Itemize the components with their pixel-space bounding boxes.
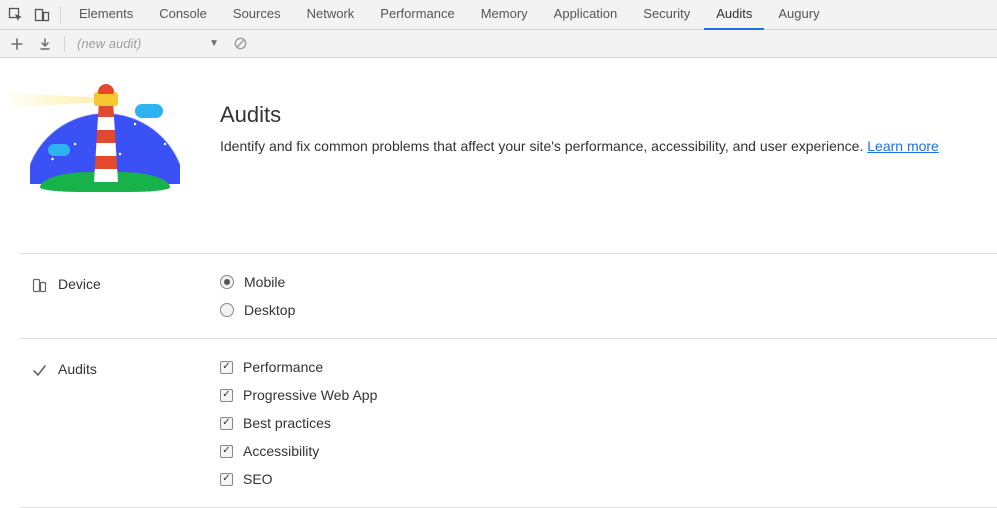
audits-header-text: Audits Identify and fix common problems … bbox=[220, 74, 939, 221]
tab-elements[interactable]: Elements bbox=[67, 0, 145, 30]
checkbox-icon bbox=[220, 473, 233, 486]
tab-label: Security bbox=[643, 6, 690, 21]
tab-audits[interactable]: Audits bbox=[704, 0, 764, 30]
checkbox-icon bbox=[220, 445, 233, 458]
tab-label: Application bbox=[554, 6, 618, 21]
tab-label: Sources bbox=[233, 6, 281, 21]
chevron-down-icon: ▼ bbox=[209, 38, 219, 49]
audits-toolbar: (new audit) ▼ bbox=[0, 30, 997, 58]
description-text: Identify and fix common problems that af… bbox=[220, 138, 867, 154]
audits-header: Audits Identify and fix common problems … bbox=[20, 74, 997, 254]
option-label: Mobile bbox=[244, 274, 285, 290]
device-section: Device Mobile Desktop bbox=[20, 254, 997, 339]
separator bbox=[64, 36, 65, 52]
check-icon bbox=[30, 361, 48, 379]
audit-dropdown-label: (new audit) bbox=[77, 36, 141, 51]
device-options: Mobile Desktop bbox=[220, 274, 295, 318]
audits-panel: Audits Identify and fix common problems … bbox=[0, 58, 997, 508]
devtools-tabbar: Elements Console Sources Network Perform… bbox=[0, 0, 997, 30]
lighthouse-illustration bbox=[20, 74, 190, 214]
device-section-label: Device bbox=[30, 274, 220, 318]
audit-dropdown[interactable]: (new audit) ▼ bbox=[73, 36, 223, 51]
audits-section-label: Audits bbox=[30, 359, 220, 487]
tab-label: Console bbox=[159, 6, 207, 21]
audit-option-performance[interactable]: Performance bbox=[220, 359, 377, 375]
option-label: Best practices bbox=[243, 415, 331, 431]
audit-option-pwa[interactable]: Progressive Web App bbox=[220, 387, 377, 403]
tab-label: Audits bbox=[716, 6, 752, 21]
learn-more-link[interactable]: Learn more bbox=[867, 138, 939, 154]
checkbox-icon bbox=[220, 389, 233, 402]
tab-label: Elements bbox=[79, 6, 133, 21]
device-icon bbox=[30, 276, 48, 294]
tab-augury[interactable]: Augury bbox=[766, 0, 831, 30]
inspect-element-icon[interactable] bbox=[4, 0, 28, 30]
option-label: Desktop bbox=[244, 302, 295, 318]
audit-option-accessibility[interactable]: Accessibility bbox=[220, 443, 377, 459]
tab-label: Performance bbox=[380, 6, 454, 21]
device-option-desktop[interactable]: Desktop bbox=[220, 302, 295, 318]
section-title: Audits bbox=[58, 361, 97, 377]
separator bbox=[60, 6, 61, 24]
audits-section: Audits Performance Progressive Web App B… bbox=[20, 339, 997, 508]
device-toolbar-icon[interactable] bbox=[30, 0, 54, 30]
download-icon[interactable] bbox=[34, 30, 56, 58]
radio-icon bbox=[220, 303, 234, 317]
new-audit-icon[interactable] bbox=[6, 30, 28, 58]
audit-option-best-practices[interactable]: Best practices bbox=[220, 415, 377, 431]
tab-label: Network bbox=[307, 6, 355, 21]
audit-option-seo[interactable]: SEO bbox=[220, 471, 377, 487]
option-label: Progressive Web App bbox=[243, 387, 377, 403]
checkbox-icon bbox=[220, 361, 233, 374]
checkbox-icon bbox=[220, 417, 233, 430]
radio-icon bbox=[220, 275, 234, 289]
clear-icon[interactable] bbox=[229, 30, 251, 58]
tab-console[interactable]: Console bbox=[147, 0, 219, 30]
tab-label: Augury bbox=[778, 6, 819, 21]
page-description: Identify and fix common problems that af… bbox=[220, 138, 939, 154]
tab-label: Memory bbox=[481, 6, 528, 21]
section-title: Device bbox=[58, 276, 101, 292]
tab-security[interactable]: Security bbox=[631, 0, 702, 30]
option-label: SEO bbox=[243, 471, 273, 487]
audit-category-options: Performance Progressive Web App Best pra… bbox=[220, 359, 377, 487]
tab-sources[interactable]: Sources bbox=[221, 0, 293, 30]
tab-performance[interactable]: Performance bbox=[368, 0, 466, 30]
tab-application[interactable]: Application bbox=[542, 0, 630, 30]
tab-network[interactable]: Network bbox=[295, 0, 367, 30]
option-label: Accessibility bbox=[243, 443, 319, 459]
page-title: Audits bbox=[220, 102, 939, 128]
device-option-mobile[interactable]: Mobile bbox=[220, 274, 295, 290]
option-label: Performance bbox=[243, 359, 323, 375]
tab-memory[interactable]: Memory bbox=[469, 0, 540, 30]
